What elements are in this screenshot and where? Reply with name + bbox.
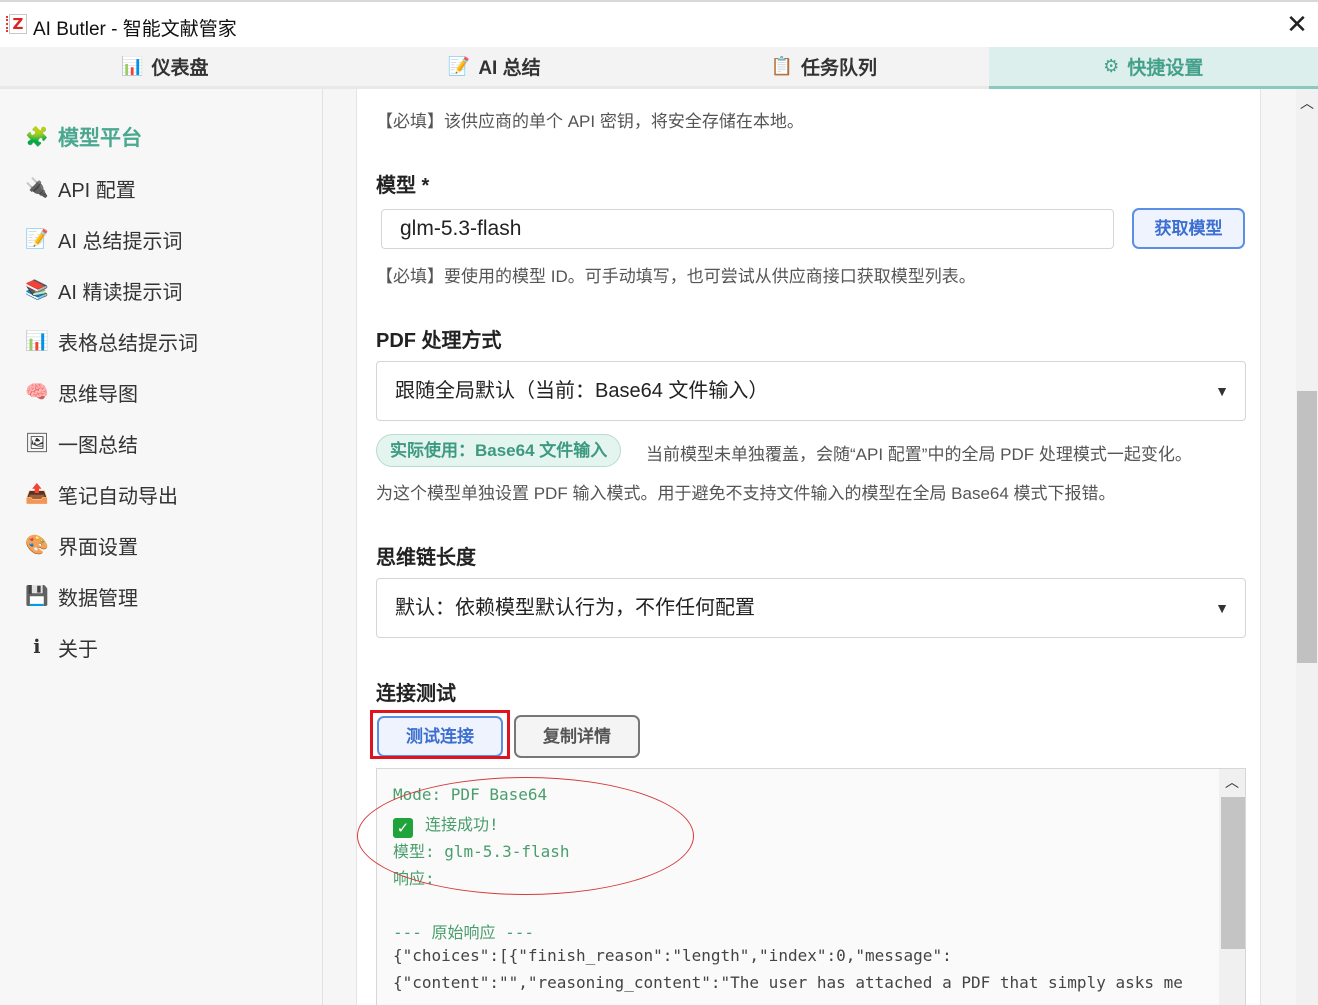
pdf-effective-badge: 实际使用：Base64 文件输入	[376, 434, 622, 467]
tab-label: 任务队列	[800, 58, 877, 79]
log-line: 响应:	[393, 869, 435, 888]
close-window-button[interactable]: ✕	[1276, 4, 1318, 46]
outbox-icon: 📤	[25, 484, 49, 505]
log-line: 模型: glm-5.3-flash	[393, 842, 570, 861]
sidebar-item-label: 模型平台	[58, 127, 142, 150]
books-icon: 📚	[25, 280, 49, 301]
memo-icon: 📝	[447, 56, 471, 76]
pdf-mode-hint: 为这个模型单独设置 PDF 输入模式。用于避免不支持文件输入的模型在全局 Bas…	[376, 484, 1116, 503]
reasoning-length-label: 思维链长度	[376, 547, 476, 569]
memo-icon: 📝	[25, 229, 49, 250]
log-scrollbar[interactable]: ︿	[1219, 769, 1245, 1005]
settings-sidebar: 🧩 模型平台 🔌 API 配置 📝 AI 总结提示词 📚 AI 精读提示词 📊 …	[0, 89, 323, 1005]
pdf-mode-select[interactable]: 跟随全局默认（当前：Base64 文件输入） ▼	[376, 361, 1246, 421]
api-key-hint: 【必填】该供应商的单个 API 密钥，将安全存储在本地。	[376, 112, 804, 131]
log-line: Mode: PDF Base64	[393, 785, 548, 804]
scroll-up-icon[interactable]: ︿	[1219, 772, 1245, 792]
window-title: AI Butler - 智能文献管家	[33, 19, 237, 40]
test-connection-button[interactable]: 测试连接	[377, 716, 503, 757]
main-scrollbar[interactable]: ︿	[1296, 89, 1318, 1005]
pdf-mode-label: PDF 处理方式	[376, 330, 502, 352]
dropdown-arrow-icon: ▼	[1215, 600, 1229, 616]
info-icon: ℹ	[33, 636, 41, 658]
main-tabs: 📊 仪表盘 📝 AI 总结 📋 任务队列 ⚙ 快捷设置	[0, 47, 1318, 89]
log-line: {"content":"","reasoning_content":"The u…	[393, 973, 1183, 992]
sidebar-item-deep-read-prompt[interactable]: 📚 AI 精读提示词	[24, 274, 182, 306]
sidebar-item-label: 一图总结	[58, 434, 138, 457]
sidebar-item-label: 笔记自动导出	[58, 485, 178, 508]
plug-icon: 🔌	[25, 178, 49, 199]
fetch-models-button[interactable]: 获取模型	[1132, 208, 1245, 249]
tab-label: 仪表盘	[151, 58, 209, 79]
sidebar-item-label: 数据管理	[58, 587, 138, 610]
sidebar-item-mind-map[interactable]: 🧠 思维导图	[24, 376, 138, 408]
zotero-app-icon: Z	[6, 14, 28, 38]
sidebar-item-table-prompt[interactable]: 📊 表格总结提示词	[24, 325, 198, 357]
sidebar-item-about[interactable]: ℹ 关于	[24, 631, 98, 663]
sidebar-item-label: 关于	[58, 638, 98, 661]
model-hint: 【必填】要使用的模型 ID。可手动填写，也可尝试从供应商接口获取模型列表。	[376, 267, 976, 286]
picture-icon: 🖼	[24, 433, 50, 454]
log-line-success: ✓ 连接成功!	[393, 811, 499, 838]
tab-task-queue[interactable]: 📋 任务队列	[659, 47, 989, 89]
sidebar-item-label: API 配置	[58, 179, 136, 202]
tab-quick-settings[interactable]: ⚙ 快捷设置	[988, 47, 1318, 89]
sidebar-item-ui-settings[interactable]: 🎨 界面设置	[24, 529, 138, 561]
log-line: --- 原始响应 ---	[393, 923, 535, 942]
sidebar-item-label: 思维导图	[58, 383, 138, 406]
settings-content: 【必填】该供应商的单个 API 密钥，将安全存储在本地。 模型 * glm-5.…	[323, 89, 1296, 1005]
bar-chart-icon: 📊	[121, 56, 144, 76]
sidebar-item-label: 界面设置	[58, 536, 138, 559]
connection-test-label: 连接测试	[376, 683, 456, 705]
connection-test-log[interactable]: Mode: PDF Base64 ✓ 连接成功! 模型: glm-5.3-flas…	[376, 768, 1246, 1005]
scrollbar-thumb[interactable]	[1297, 391, 1317, 663]
pdf-mode-selected: 跟随全局默认（当前：Base64 文件输入）	[395, 380, 769, 402]
bar-chart-icon: 📊	[25, 331, 49, 352]
clipboard-icon: 📋	[770, 56, 793, 76]
sidebar-item-model-platform[interactable]: 🧩 模型平台	[24, 121, 142, 153]
tab-ai-summary[interactable]: 📝 AI 总结	[329, 47, 659, 89]
model-input[interactable]: glm-5.3-flash	[381, 209, 1114, 249]
tab-label: 快捷设置	[1127, 58, 1204, 79]
tab-dashboard[interactable]: 📊 仪表盘	[0, 47, 330, 89]
brain-icon: 🧠	[25, 382, 49, 403]
tab-label: AI 总结	[478, 58, 541, 79]
sidebar-item-api-config[interactable]: 🔌 API 配置	[24, 172, 136, 204]
pdf-badge-description: 当前模型未单独覆盖，会随“API 配置”中的全局 PDF 处理模式一起变化。	[646, 445, 1192, 464]
scroll-up-icon[interactable]: ︿	[1296, 93, 1318, 113]
dropdown-arrow-icon: ▼	[1215, 383, 1229, 399]
sidebar-item-summary-prompt[interactable]: 📝 AI 总结提示词	[24, 223, 182, 255]
check-mark-icon: ✓	[393, 818, 413, 838]
model-label: 模型 *	[376, 175, 430, 197]
palette-icon: 🎨	[25, 535, 49, 556]
title-bar: Z AI Butler - 智能文献管家 ✕	[0, 0, 1318, 47]
sidebar-item-label: AI 精读提示词	[58, 281, 183, 304]
reasoning-length-selected: 默认：依赖模型默认行为，不作任何配置	[395, 597, 755, 619]
sidebar-item-label: AI 总结提示词	[58, 230, 183, 253]
model-settings-card: 【必填】该供应商的单个 API 密钥，将安全存储在本地。 模型 * glm-5.…	[356, 89, 1261, 1005]
sidebar-item-label: 表格总结提示词	[58, 332, 198, 355]
sidebar-item-one-image-summary[interactable]: 🖼 一图总结	[24, 427, 138, 459]
copy-details-button[interactable]: 复制详情	[514, 715, 640, 758]
sidebar-item-note-export[interactable]: 📤 笔记自动导出	[24, 478, 178, 510]
scrollbar-thumb[interactable]	[1221, 797, 1245, 949]
puzzle-icon: 🧩	[25, 127, 49, 148]
log-line: {"choices":[{"finish_reason":"length","i…	[393, 946, 952, 965]
gear-icon: ⚙	[1103, 56, 1120, 76]
sidebar-item-data-management[interactable]: 💾 数据管理	[24, 580, 138, 612]
reasoning-length-select[interactable]: 默认：依赖模型默认行为，不作任何配置 ▼	[376, 578, 1246, 638]
floppy-disk-icon: 💾	[25, 586, 49, 607]
